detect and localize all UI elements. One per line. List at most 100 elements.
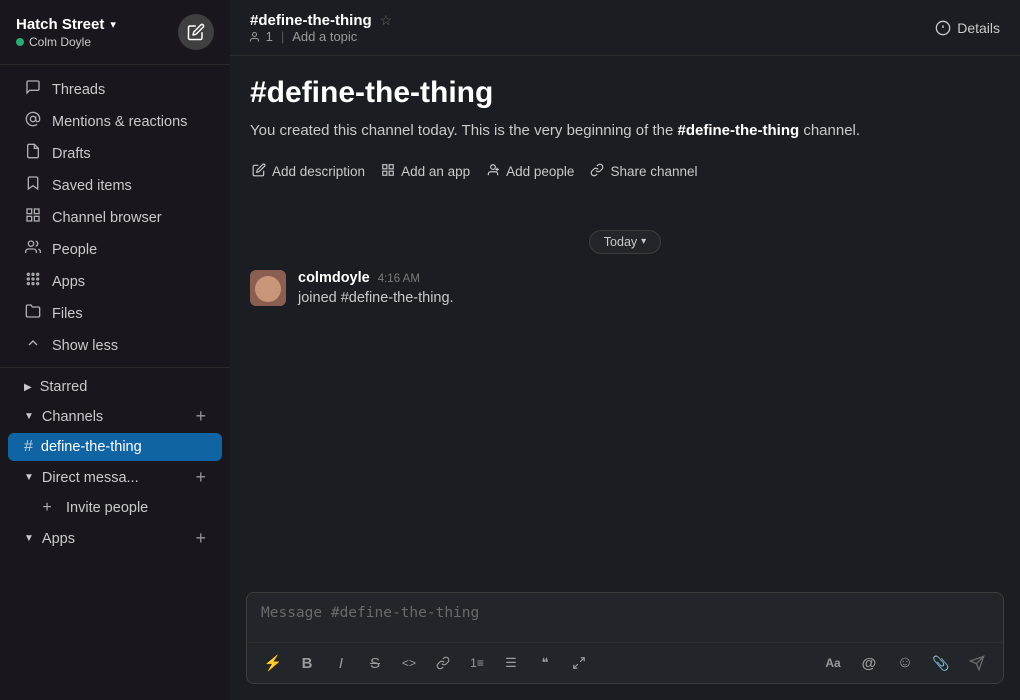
workspace-name-text: Hatch Street bbox=[16, 16, 104, 33]
nav-item-threads[interactable]: Threads bbox=[8, 74, 222, 105]
channel-meta: 1 | Add a topic bbox=[250, 29, 392, 44]
meta-divider: | bbox=[281, 29, 284, 44]
nav-item-invite-people[interactable]: + Invite people bbox=[8, 494, 222, 522]
toolbar-bold-btn[interactable]: B bbox=[291, 649, 323, 677]
nav-section-divider bbox=[0, 367, 230, 368]
files-label: Files bbox=[52, 306, 83, 322]
saved-label: Saved items bbox=[52, 178, 132, 194]
share-channel-btn[interactable]: Share channel bbox=[588, 159, 699, 184]
nav-item-saved[interactable]: Saved items bbox=[8, 170, 222, 201]
starred-section-left: ▶ Starred bbox=[24, 379, 87, 395]
starred-arrow-icon: ▶ bbox=[24, 382, 32, 393]
user-status-name: Colm Doyle bbox=[29, 35, 91, 49]
files-icon bbox=[24, 303, 42, 324]
toolbar-attachment-btn[interactable]: 📎 bbox=[925, 649, 957, 677]
sidebar: Hatch Street ▾ Colm Doyle bbox=[0, 0, 230, 700]
channel-header-left: #define-the-thing ☆ 1 | Add a topic bbox=[250, 12, 392, 44]
workspace-name-btn[interactable]: Hatch Street ▾ bbox=[16, 16, 116, 33]
add-channel-btn[interactable]: + bbox=[195, 406, 206, 427]
toolbar-link-btn[interactable] bbox=[427, 649, 459, 677]
message-meta: colmdoyle 4:16 AM bbox=[298, 270, 1000, 286]
app-icon bbox=[381, 163, 395, 180]
details-button[interactable]: Details bbox=[935, 20, 1000, 36]
nav-item-mentions[interactable]: Mentions & reactions bbox=[8, 106, 222, 137]
message-text: joined #define-the-thing. bbox=[298, 288, 1000, 310]
nav-item-files[interactable]: Files bbox=[8, 298, 222, 329]
message-input-container: ⚡ B I S <> 1≡ ☰ ❝ Aa bbox=[246, 592, 1004, 684]
workspace-header: Hatch Street ▾ Colm Doyle bbox=[0, 0, 230, 65]
date-label: Today bbox=[604, 235, 637, 249]
intro-suffix: channel. bbox=[799, 122, 860, 139]
starred-label: Starred bbox=[40, 379, 88, 395]
apps-icon bbox=[24, 271, 42, 292]
nav-item-drafts[interactable]: Drafts bbox=[8, 138, 222, 169]
apps-section-left: ▼ Apps bbox=[24, 531, 75, 547]
apps-section-label: Apps bbox=[42, 531, 75, 547]
toolbar-italic-btn[interactable]: I bbox=[325, 649, 357, 677]
section-channels[interactable]: ▼ Channels + bbox=[8, 401, 222, 432]
member-count-num: 1 bbox=[266, 29, 273, 44]
share-icon bbox=[590, 163, 604, 180]
toolbar-lightning-btn[interactable]: ⚡ bbox=[257, 649, 289, 677]
toolbar-bullet-list-btn[interactable]: ☰ bbox=[495, 649, 527, 677]
intro-channel-bold: #define-the-thing bbox=[678, 122, 800, 139]
date-divider: Today ▾ bbox=[250, 230, 1000, 254]
toolbar-emoji-btn[interactable]: ☺ bbox=[889, 649, 921, 677]
details-label: Details bbox=[957, 20, 1000, 36]
compose-icon bbox=[187, 23, 205, 41]
toolbar-strikethrough-btn[interactable]: S bbox=[359, 649, 391, 677]
threads-icon bbox=[24, 79, 42, 100]
channel-topic[interactable]: Add a topic bbox=[292, 29, 357, 44]
channel-intro: #define-the-thing You created this chann… bbox=[250, 76, 1000, 184]
add-app-btn[interactable]: Add an app bbox=[379, 159, 472, 184]
date-chevron-icon: ▾ bbox=[641, 236, 646, 247]
add-app-sidebar-btn[interactable]: + bbox=[195, 528, 206, 549]
add-people-btn[interactable]: Add people bbox=[484, 159, 576, 184]
share-channel-label: Share channel bbox=[610, 164, 697, 179]
invite-icon: + bbox=[38, 499, 56, 517]
nav-item-channel-browser[interactable]: Channel browser bbox=[8, 202, 222, 233]
send-icon bbox=[969, 655, 985, 671]
add-people-icon bbox=[486, 163, 500, 180]
add-app-label: Add an app bbox=[401, 164, 470, 179]
channels-section-left: ▼ Channels bbox=[24, 409, 103, 425]
add-description-btn[interactable]: Add description bbox=[250, 159, 367, 184]
link-icon bbox=[436, 656, 450, 670]
channels-arrow-icon: ▼ bbox=[24, 411, 34, 422]
section-starred[interactable]: ▶ Starred bbox=[8, 374, 222, 400]
toolbar-more-btn[interactable] bbox=[563, 649, 595, 677]
nav-item-apps[interactable]: Apps bbox=[8, 266, 222, 297]
toolbar-code-btn[interactable]: <> bbox=[393, 649, 425, 677]
section-apps[interactable]: ▼ Apps + bbox=[8, 523, 222, 554]
toolbar-ordered-list-btn[interactable]: 1≡ bbox=[461, 649, 493, 677]
threads-label: Threads bbox=[52, 82, 105, 98]
workspace-chevron-icon: ▾ bbox=[110, 18, 116, 31]
nav-item-show-less[interactable]: Show less bbox=[8, 330, 222, 361]
message-content: colmdoyle 4:16 AM joined #define-the-thi… bbox=[298, 270, 1000, 310]
channel-star-icon[interactable]: ☆ bbox=[380, 12, 393, 29]
add-description-label: Add description bbox=[272, 164, 365, 179]
toolbar-blockquote-btn[interactable]: ❝ bbox=[529, 649, 561, 677]
channel-item-define-the-thing[interactable]: # define-the-thing bbox=[8, 433, 222, 461]
add-people-label: Add people bbox=[506, 164, 574, 179]
section-direct-messages[interactable]: ▼ Direct messa... + bbox=[8, 462, 222, 493]
message-toolbar: ⚡ B I S <> 1≡ ☰ ❝ Aa bbox=[247, 642, 1003, 683]
dm-label: Direct messa... bbox=[42, 470, 139, 486]
date-pill[interactable]: Today ▾ bbox=[589, 230, 661, 254]
intro-prefix: You created this channel today. This is … bbox=[250, 122, 678, 139]
nav-item-people[interactable]: People bbox=[8, 234, 222, 265]
compose-button[interactable] bbox=[178, 14, 214, 50]
message-input-area: ⚡ B I S <> 1≡ ☰ ❝ Aa bbox=[230, 592, 1020, 700]
mentions-label: Mentions & reactions bbox=[52, 114, 187, 130]
show-less-label: Show less bbox=[52, 338, 118, 354]
show-less-icon bbox=[24, 335, 42, 356]
info-icon bbox=[935, 20, 951, 36]
message-input[interactable] bbox=[247, 593, 1003, 637]
toolbar-text-format-btn[interactable]: Aa bbox=[817, 649, 849, 677]
add-dm-btn[interactable]: + bbox=[195, 467, 206, 488]
workspace-status: Colm Doyle bbox=[16, 35, 116, 49]
send-button[interactable] bbox=[961, 649, 993, 677]
dm-section-left: ▼ Direct messa... bbox=[24, 470, 139, 486]
toolbar-mention-btn[interactable]: @ bbox=[853, 649, 885, 677]
channel-item-label: define-the-thing bbox=[41, 439, 142, 455]
